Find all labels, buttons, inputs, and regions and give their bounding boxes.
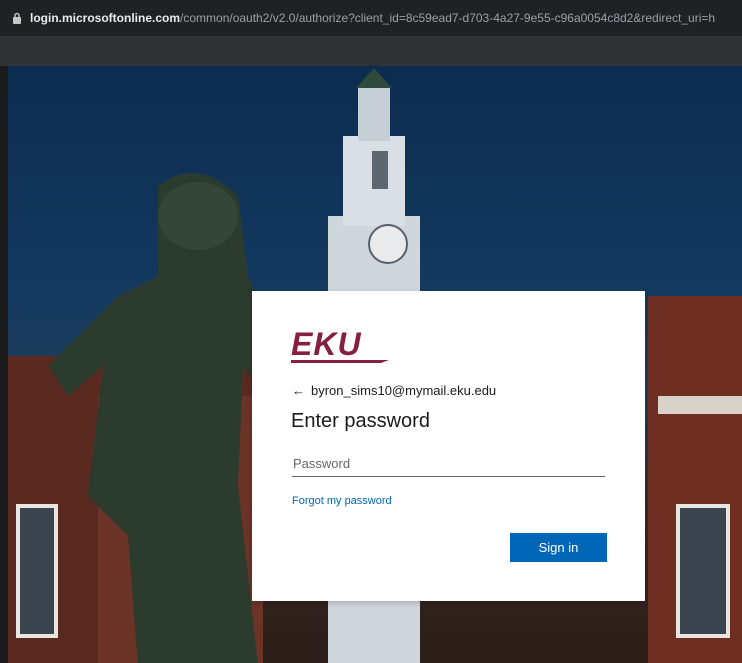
page-title: Enter password bbox=[291, 410, 430, 432]
back-to-account-button[interactable]: ← byron_sims10@mymail.eku.edu bbox=[292, 380, 496, 400]
password-field[interactable] bbox=[292, 451, 605, 477]
signin-card: EKU ← byron_sims10@mymail.eku.edu Enter … bbox=[252, 291, 645, 601]
url-host: login.microsoftonline.com bbox=[30, 11, 181, 25]
sign-in-button[interactable]: Sign in bbox=[510, 533, 607, 562]
address-bar[interactable]: login.microsoftonline.com/common/oauth2/… bbox=[0, 0, 742, 36]
lock-icon bbox=[13, 12, 21, 24]
eku-logo: EKU bbox=[291, 326, 389, 363]
svg-text:EKU: EKU bbox=[291, 326, 362, 362]
arrow-left-icon: ← bbox=[292, 382, 305, 398]
forgot-password-link[interactable]: Forgot my password bbox=[292, 495, 392, 507]
url-path: /common/oauth2/v2.0/authorize?client_id=… bbox=[180, 11, 716, 25]
account-email: byron_sims10@mymail.eku.edu bbox=[311, 382, 497, 398]
bookmarks-bar bbox=[0, 36, 742, 66]
